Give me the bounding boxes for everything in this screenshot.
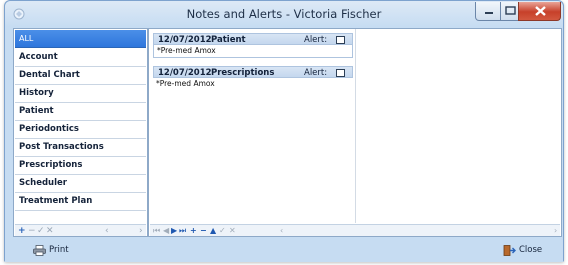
confirm-category-button[interactable]: ✓ xyxy=(37,225,45,237)
alert-label: Alert: xyxy=(304,68,328,78)
last-record-button[interactable]: ⏭ xyxy=(179,225,186,237)
scroll-left-button[interactable]: ‹ xyxy=(105,225,109,237)
print-button[interactable]: Print xyxy=(33,243,83,258)
category-item-scheduler[interactable]: Scheduler xyxy=(15,175,146,193)
prev-record-button[interactable]: ◀ xyxy=(163,225,169,237)
close-icon xyxy=(535,6,546,16)
minimize-button[interactable] xyxy=(475,2,501,21)
notes-panel: 12/07/2012 Patient Alert: *Pre-med Amox … xyxy=(148,28,562,237)
close-button[interactable]: Close xyxy=(503,243,551,258)
move-up-button[interactable]: ▲ xyxy=(210,225,216,237)
category-item-prescriptions[interactable]: Prescriptions xyxy=(15,157,146,175)
category-list: ALL Account Dental Chart History Patient… xyxy=(13,28,148,237)
printer-icon xyxy=(33,245,46,256)
alert-checkbox[interactable] xyxy=(336,69,345,77)
cancel-category-button[interactable]: ✕ xyxy=(46,225,54,237)
category-toolbar: + − ✓ ✕ ‹ › xyxy=(15,224,146,236)
scroll-right-button[interactable]: › xyxy=(554,225,557,237)
note-header[interactable]: 12/07/2012 Prescriptions Alert: xyxy=(153,66,353,78)
category-item-post-transactions[interactable]: Post Transactions xyxy=(15,139,146,157)
note-text[interactable]: *Pre-med Amox xyxy=(153,45,353,58)
confirm-note-button[interactable]: ✓ xyxy=(219,225,226,237)
add-category-button[interactable]: + xyxy=(18,225,26,237)
category-item-periodontics[interactable]: Periodontics xyxy=(15,121,146,139)
cancel-note-button[interactable]: ✕ xyxy=(229,225,236,237)
note-header[interactable]: 12/07/2012 Patient Alert: xyxy=(153,33,353,45)
category-item-account[interactable]: Account xyxy=(15,49,146,67)
add-note-button[interactable]: + xyxy=(190,225,197,237)
note-date: 12/07/2012 xyxy=(158,68,212,78)
notes-alerts-window: Notes and Alerts - Victoria Fischer ALL … xyxy=(4,0,564,262)
print-label: Print xyxy=(49,245,69,255)
title-bar[interactable]: Notes and Alerts - Victoria Fischer xyxy=(5,1,563,27)
remove-category-button[interactable]: − xyxy=(28,225,36,237)
note-type: Patient xyxy=(211,35,246,45)
category-item-history[interactable]: History xyxy=(15,85,146,103)
category-item-treatment-plan[interactable]: Treatment Plan xyxy=(15,193,146,211)
scroll-right-button[interactable]: › xyxy=(139,225,143,237)
note-card: 12/07/2012 Prescriptions Alert: *Pre-med… xyxy=(153,66,353,91)
close-window-button[interactable] xyxy=(518,2,561,21)
category-item-patient[interactable]: Patient xyxy=(15,103,146,121)
alert-label: Alert: xyxy=(304,35,328,45)
remove-note-button[interactable]: − xyxy=(200,225,207,237)
first-record-button[interactable]: ⏮ xyxy=(153,225,160,237)
footer-bar: Print Close xyxy=(5,238,563,262)
category-item-all[interactable]: ALL xyxy=(15,30,146,48)
next-record-button[interactable]: ▶ xyxy=(171,225,177,237)
note-type: Prescriptions xyxy=(211,68,275,78)
exit-door-icon xyxy=(503,245,516,256)
scroll-left-button[interactable]: ‹ xyxy=(280,225,283,237)
maximize-button[interactable] xyxy=(500,2,519,21)
minimize-icon xyxy=(485,12,493,14)
close-label: Close xyxy=(519,245,543,255)
note-card: 12/07/2012 Patient Alert: *Pre-med Amox xyxy=(153,33,353,58)
note-text[interactable]: *Pre-med Amox xyxy=(153,78,353,91)
note-date: 12/07/2012 xyxy=(158,35,212,45)
panel-divider xyxy=(355,29,356,223)
record-navigator: ⏮ ◀ ▶ ⏭ + − ▲ ✓ ✕ ‹ › xyxy=(150,224,560,236)
category-item-dental-chart[interactable]: Dental Chart xyxy=(15,67,146,85)
alert-checkbox[interactable] xyxy=(336,36,345,44)
